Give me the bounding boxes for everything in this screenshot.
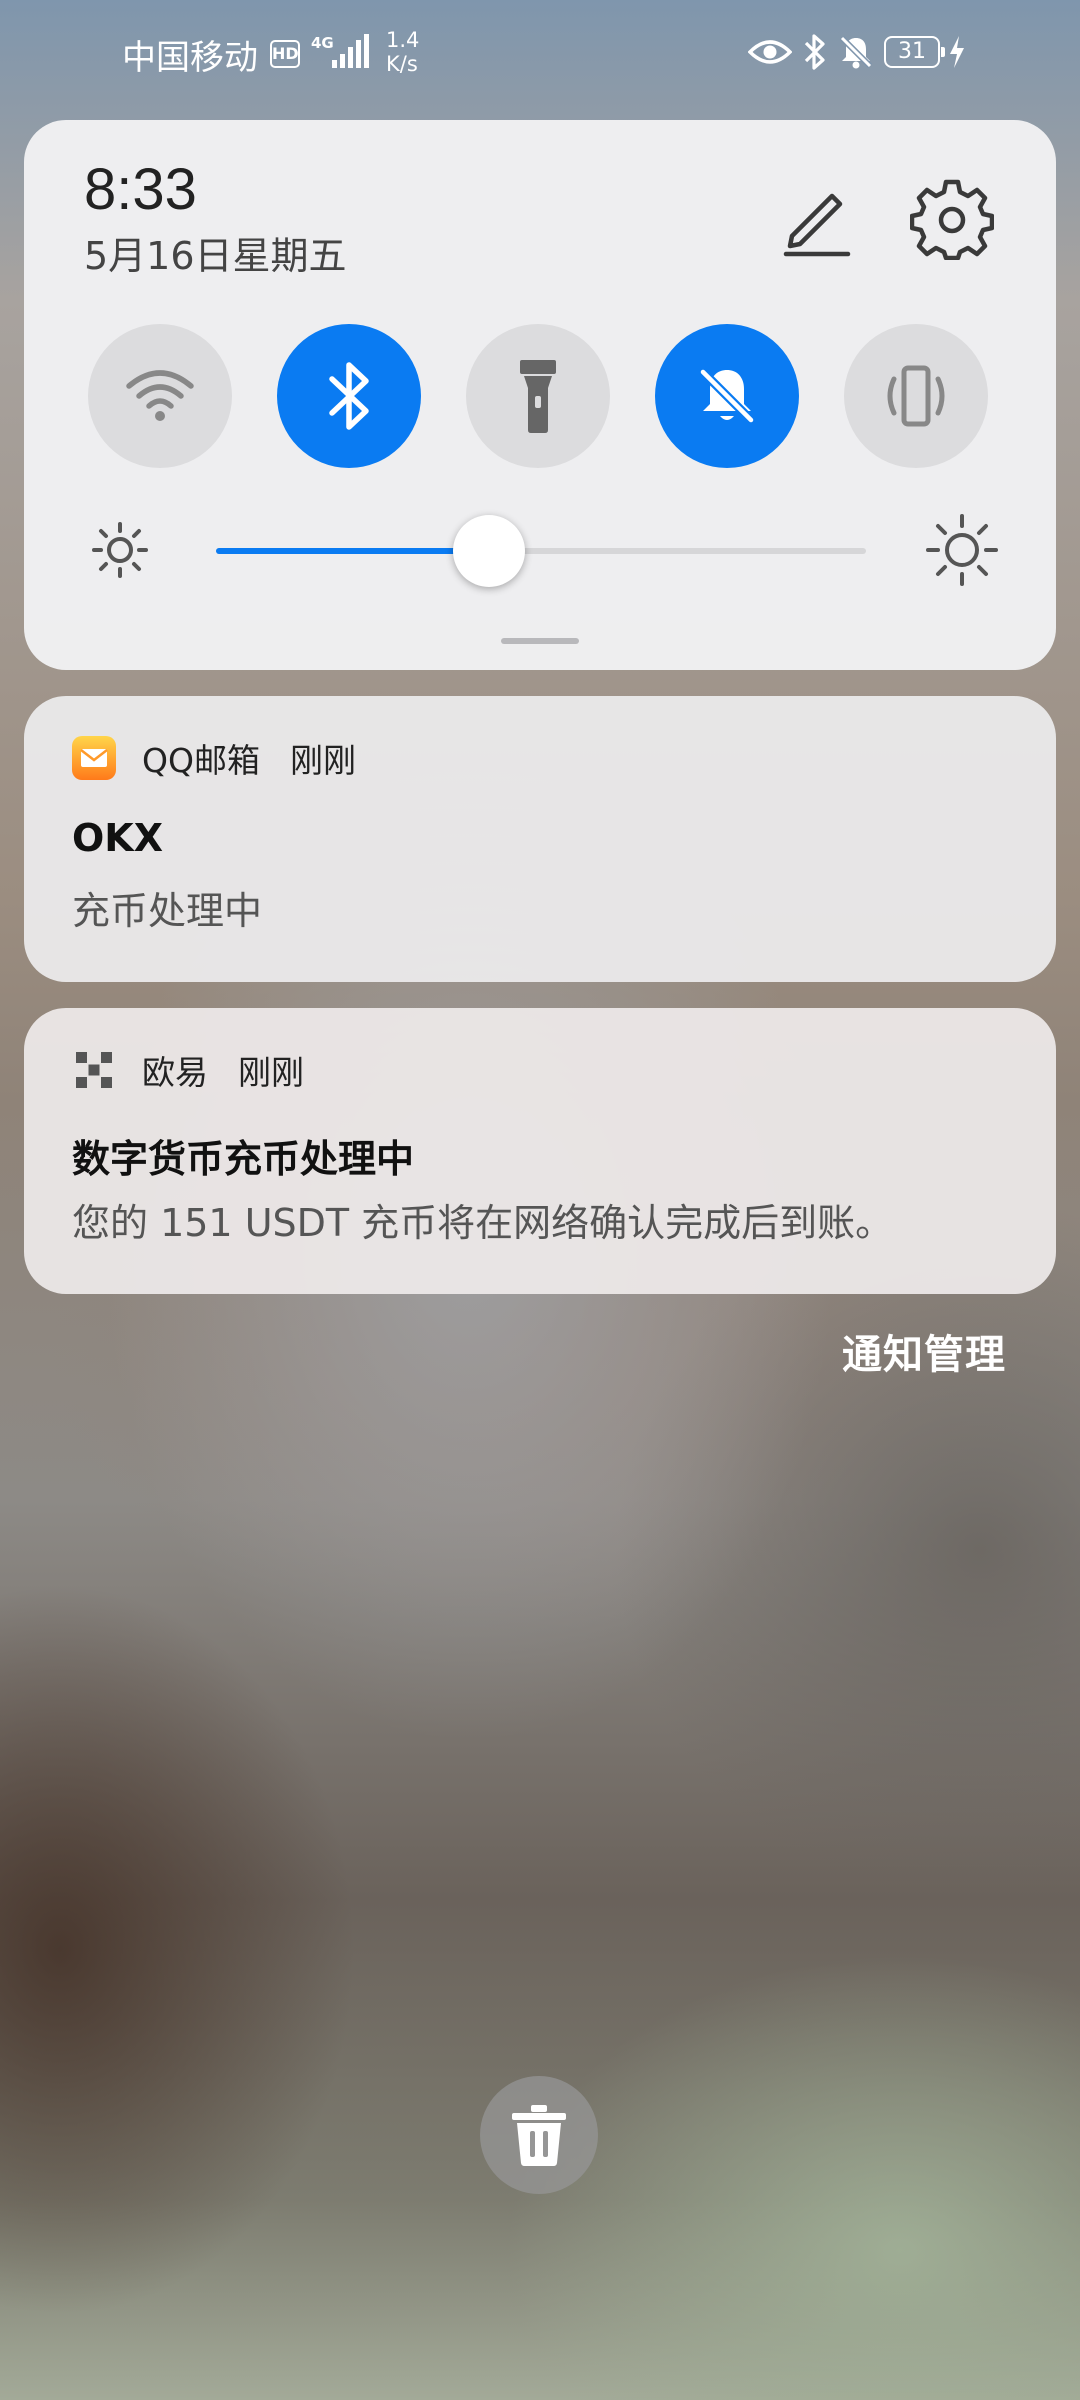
battery-indicator: 31	[884, 36, 945, 68]
brightness-low-icon	[92, 522, 148, 578]
clock-time: 8:33	[84, 157, 197, 222]
vibrate-icon	[887, 365, 945, 427]
bell-off-icon	[699, 368, 755, 424]
flashlight-toggle[interactable]	[466, 324, 610, 468]
notification-card-qqmail[interactable]: QQ邮箱 刚刚 OKX 充币处理中	[24, 696, 1056, 982]
notification-title: 数字货币充币处理中	[72, 1137, 415, 1181]
network-speed-unit: K/s	[386, 52, 418, 76]
notification-card-okx[interactable]: 欧易 刚刚 数字货币充币处理中 您的 151 USDT 充币将在网络确认完成后到…	[24, 1008, 1056, 1294]
brightness-thumb[interactable]	[453, 515, 525, 587]
okx-icon	[76, 1052, 112, 1088]
wifi-toggle[interactable]	[88, 324, 232, 468]
carrier-name: 中国移动	[122, 38, 258, 78]
brightness-high-icon	[926, 514, 998, 586]
network-speed-value: 1.4	[386, 28, 420, 52]
notification-app-name: 欧易	[142, 1053, 208, 1092]
edit-icon[interactable]	[778, 180, 858, 260]
hd-badge: HD	[270, 40, 300, 68]
notification-text: 您的 151 USDT 充币将在网络确认完成后到账。	[72, 1201, 894, 1245]
vibrate-toggle[interactable]	[844, 324, 988, 468]
notification-text: 充币处理中	[72, 889, 263, 933]
bluetooth-icon	[804, 34, 825, 70]
quick-settings-panel: 8:33 5月16日星期五	[24, 120, 1056, 670]
notification-time: 刚刚	[289, 741, 356, 780]
wifi-icon	[126, 370, 194, 421]
notification-header: QQ邮箱 刚刚	[72, 736, 356, 780]
clock-date: 5月16日星期五	[84, 234, 347, 278]
bell-off-icon	[839, 35, 873, 69]
notification-app-name: QQ邮箱	[142, 741, 260, 780]
trash-icon	[512, 2105, 566, 2166]
notification-time: 刚刚	[238, 1053, 304, 1092]
brightness-slider[interactable]	[216, 515, 866, 587]
do-not-disturb-toggle[interactable]	[655, 324, 799, 468]
signal-icon	[332, 34, 369, 68]
notification-header: 欧易 刚刚	[72, 1048, 304, 1092]
notification-title: OKX	[72, 816, 164, 860]
flashlight-icon	[520, 360, 556, 433]
charging-icon	[950, 36, 964, 68]
bluetooth-icon	[329, 362, 369, 430]
gear-icon[interactable]	[910, 176, 994, 260]
network-speed: 1.4 K/s	[386, 28, 419, 76]
eye-icon	[748, 40, 792, 64]
brightness-fill	[216, 548, 489, 554]
clear-all-button[interactable]	[480, 2076, 598, 2194]
manage-notifications-link[interactable]: 通知管理	[842, 1322, 1006, 1380]
qq-mail-icon	[72, 736, 116, 780]
bluetooth-toggle[interactable]	[277, 324, 421, 468]
panel-drag-handle[interactable]	[501, 638, 579, 644]
status-bar: 中国移动 HD 4G 1.4 K/s 31	[0, 0, 1080, 110]
